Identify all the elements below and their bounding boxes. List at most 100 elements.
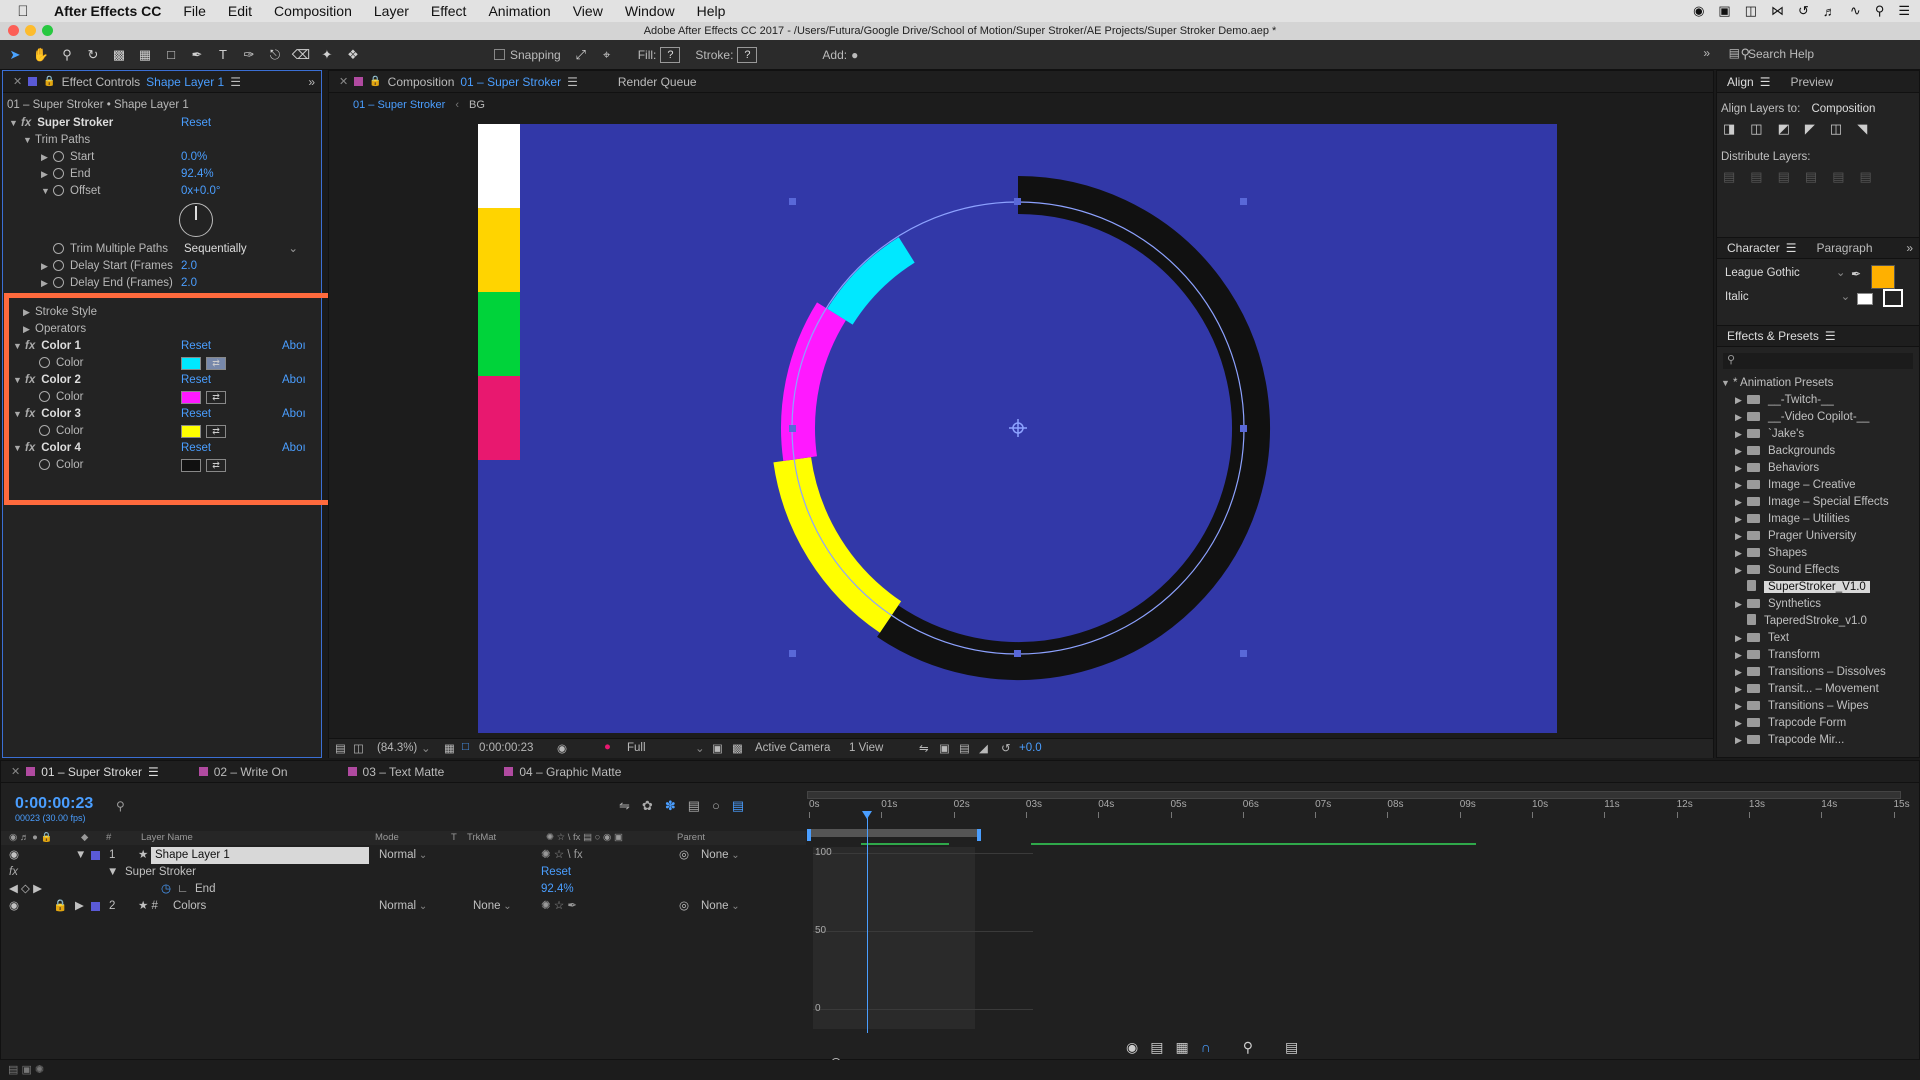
- distribute-icon[interactable]: ▤: [1723, 169, 1735, 185]
- snap-icon[interactable]: ∩: [1201, 1039, 1211, 1056]
- stroke-segment-color-4[interactable]: [877, 176, 1270, 680]
- timeline-tab-2[interactable]: 02 – Write On: [189, 765, 298, 779]
- bbox-handle[interactable]: [789, 650, 796, 657]
- frame-blending-icon[interactable]: ▤: [688, 798, 700, 814]
- distribute-icon[interactable]: ▤: [1859, 169, 1871, 185]
- character-tab[interactable]: Character ☰: [1717, 241, 1806, 255]
- anchor-point-icon[interactable]: [1009, 419, 1027, 437]
- fit-all-icon[interactable]: ▤: [1285, 1039, 1298, 1056]
- timeline-tab-1[interactable]: ✕ 01 – Super Stroker ☰: [1, 765, 169, 779]
- panel-menu-icon[interactable]: ☰: [148, 765, 159, 779]
- work-area-end[interactable]: [977, 829, 981, 841]
- draft-3d-icon[interactable]: ✿: [642, 798, 653, 814]
- stroke-color-swatch[interactable]: [1883, 289, 1903, 307]
- preset-item[interactable]: ▶ Transitions – Wipes: [1735, 698, 1869, 715]
- work-area-start[interactable]: [807, 829, 811, 841]
- effects-search-input[interactable]: ⚲: [1723, 353, 1913, 369]
- preset-item[interactable]: ▶ Image – Special Effects: [1735, 494, 1889, 511]
- time-ruler[interactable]: 0s 01s 02s 03s 04s 05s 06s 07s 08s 09s 10s 11s 12s 13…: [809, 799, 1910, 819]
- sub-effect-reset[interactable]: Reset: [541, 864, 571, 881]
- t-header[interactable]: T: [451, 832, 457, 843]
- preset-item[interactable]: TaperedStroke_v1.0: [1735, 613, 1867, 630]
- fill-color-swatch[interactable]: [1871, 265, 1895, 289]
- stroke-segment-color-1[interactable]: [827, 237, 915, 325]
- preset-item[interactable]: ▶ Image – Creative: [1735, 477, 1856, 494]
- trkmat-header[interactable]: TrkMat: [467, 832, 496, 843]
- timeline-search-input[interactable]: ⚲: [116, 799, 606, 815]
- align-right-icon[interactable]: ◩: [1778, 121, 1790, 137]
- align-to-dropdown[interactable]: Composition: [1811, 103, 1875, 115]
- preset-item[interactable]: ▶ Trapcode Form: [1735, 715, 1846, 732]
- expand-triangle-icon[interactable]: ▶: [1735, 460, 1747, 477]
- bbox-handle[interactable]: [1014, 198, 1021, 205]
- distribute-icon[interactable]: ▤: [1778, 169, 1790, 185]
- paragraph-tab[interactable]: Paragraph: [1806, 241, 1882, 255]
- collapse-triangle-icon[interactable]: ▼: [107, 864, 118, 881]
- trkmat-dropdown[interactable]: None: [473, 898, 512, 915]
- expand-triangle-icon[interactable]: ▶: [1735, 545, 1747, 562]
- layer-effect-row[interactable]: fx ▼ Super Stroker Reset: [1, 864, 801, 881]
- preset-item[interactable]: ▶ Backgrounds: [1735, 443, 1835, 460]
- timeline-current-time[interactable]: 0:00:00:23: [15, 795, 93, 813]
- expand-triangle-icon[interactable]: ▶: [1735, 562, 1747, 579]
- preset-item[interactable]: ▶ Behaviors: [1735, 460, 1819, 477]
- expand-triangle-icon[interactable]: ▶: [1735, 681, 1747, 698]
- preset-item[interactable]: ▶ Trapcode Mir...: [1735, 732, 1844, 749]
- expand-triangle-icon[interactable]: ▶: [1735, 477, 1747, 494]
- expand-triangle-icon[interactable]: ▶: [1735, 664, 1747, 681]
- expand-triangle-icon[interactable]: ▶: [1735, 732, 1747, 749]
- end-prop-value[interactable]: 92.4%: [541, 881, 574, 898]
- expand-triangle-icon[interactable]: ▶: [1735, 698, 1747, 715]
- panel-menu-icon[interactable]: ☰: [1825, 329, 1836, 343]
- parent-pickwhip-icon[interactable]: ◎: [679, 898, 689, 915]
- end-keyframe-row[interactable]: ◀ ◇ ▶ ◷ ∟ End 92.4%: [1, 881, 801, 898]
- parent-dropdown[interactable]: None: [701, 847, 740, 864]
- layer-name[interactable]: Colors: [173, 898, 206, 915]
- font-style-dropdown[interactable]: Italic ⌄: [1725, 289, 1850, 306]
- shy-layers-icon[interactable]: ✽: [665, 798, 676, 814]
- stroke-segment-color-3[interactable]: [773, 456, 902, 633]
- parent-header[interactable]: Parent: [677, 832, 705, 843]
- preset-item[interactable]: ▶ Sound Effects: [1735, 562, 1839, 579]
- layer-row-1[interactable]: ◉ ▼ 1 ★ Shape Layer 1 Normal ✺ ☆ \ fx ◎ …: [1, 847, 801, 864]
- align-hcenter-icon[interactable]: ◫: [1750, 121, 1762, 137]
- panel-menu-icon[interactable]: ☰: [1786, 241, 1797, 255]
- collapse-triangle-icon[interactable]: ▼: [75, 847, 86, 864]
- keyframe-navigator-icon[interactable]: ◀ ◇ ▶: [9, 881, 42, 898]
- align-left-icon[interactable]: ◨: [1723, 121, 1735, 137]
- bbox-handle[interactable]: [789, 198, 796, 205]
- preset-item[interactable]: ▶ Shapes: [1735, 545, 1807, 562]
- layer-label-color[interactable]: [91, 902, 100, 911]
- bbox-handle[interactable]: [1240, 198, 1247, 205]
- expand-triangle-icon[interactable]: ▶: [1735, 715, 1747, 732]
- expand-triangle-icon[interactable]: ▶: [1735, 443, 1747, 460]
- expand-triangle-icon[interactable]: ▶: [1735, 426, 1747, 443]
- preset-item[interactable]: ▶ Transit... – Movement: [1735, 681, 1879, 698]
- stroke-segment-color-2[interactable]: [781, 302, 847, 461]
- preset-item[interactable]: ▶ __-Video Copilot-__: [1735, 409, 1869, 426]
- expand-triangle-icon[interactable]: ▶: [1735, 392, 1747, 409]
- graph-editor-icon[interactable]: ▤: [732, 798, 744, 814]
- bbox-handle[interactable]: [789, 425, 796, 432]
- layer-name[interactable]: Shape Layer 1: [151, 847, 369, 864]
- comp-mini-flowchart-icon[interactable]: ⇋: [619, 798, 630, 814]
- time-navigator[interactable]: [807, 791, 1901, 799]
- bbox-handle[interactable]: [1240, 650, 1247, 657]
- align-tab[interactable]: Align ☰: [1717, 75, 1780, 89]
- expand-triangle-icon[interactable]: ▶: [1735, 528, 1747, 545]
- preset-item[interactable]: ▶ Synthetics: [1735, 596, 1821, 613]
- timeline-tab-3[interactable]: 03 – Text Matte: [338, 765, 455, 779]
- lock-icon[interactable]: 🔒: [53, 898, 67, 915]
- distribute-icon[interactable]: ▤: [1750, 169, 1762, 185]
- preset-item[interactable]: ▶ `Jake's: [1735, 426, 1804, 443]
- visibility-eye-icon[interactable]: ◉: [9, 847, 19, 864]
- close-tab-icon[interactable]: ✕: [11, 765, 20, 778]
- layer-name-header[interactable]: Layer Name: [141, 832, 193, 843]
- parent-pickwhip-icon[interactable]: ◎: [679, 847, 689, 864]
- expand-triangle-icon[interactable]: ▶: [1735, 511, 1747, 528]
- layer-mode-dropdown[interactable]: Normal: [379, 898, 427, 915]
- expand-triangle-icon[interactable]: ▶: [1735, 409, 1747, 426]
- bbox-handle[interactable]: [1014, 650, 1021, 657]
- transform-box-icon[interactable]: ▦: [1175, 1039, 1188, 1056]
- preset-item[interactable]: SuperStroker_V1.0: [1735, 579, 1870, 596]
